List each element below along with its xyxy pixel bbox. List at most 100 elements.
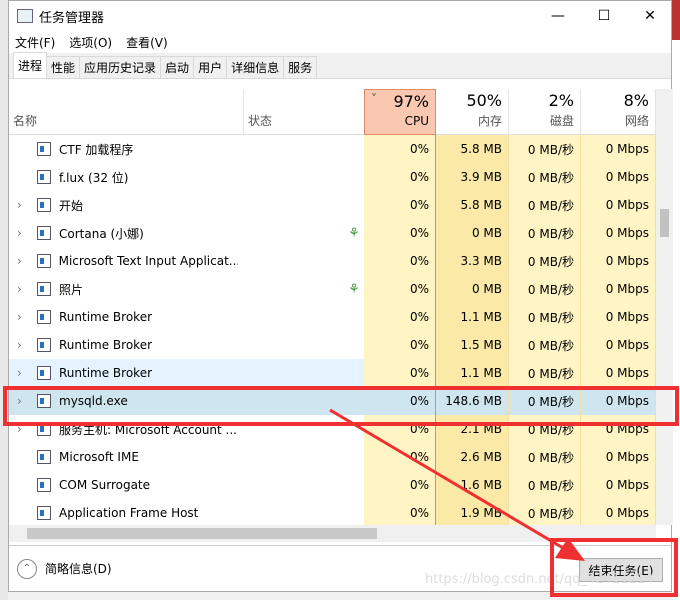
memory-cell: 148.6 MB — [436, 387, 509, 415]
menu-view[interactable]: 查看(V) — [126, 34, 168, 51]
process-name: Cortana (小娜) — [59, 226, 144, 241]
table-row[interactable]: › Microsoft Text Input Applicat... 0% 3.3… — [9, 247, 656, 275]
table-row[interactable]: COM Surrogate 0% 1.6 MB 0 MB/秒 0 Mbps — [9, 471, 656, 499]
memory-cell: 1.6 MB — [436, 471, 509, 499]
column-label: 网络 — [624, 114, 649, 128]
expand-chevron-icon[interactable]: › — [17, 366, 37, 380]
memory-cell: 0 MB — [436, 219, 509, 247]
expand-chevron-icon[interactable]: › — [17, 310, 37, 324]
menu-file[interactable]: 文件(F) — [15, 34, 55, 51]
disk-total: 2% — [548, 91, 574, 110]
vertical-scrollbar[interactable] — [656, 89, 673, 525]
memory-cell: 0 MB — [436, 275, 509, 303]
expand-chevron-icon[interactable]: › — [17, 282, 37, 296]
process-icon — [37, 310, 51, 324]
table-row[interactable]: › mysqld.exe 0% 148.6 MB 0 MB/秒 0 Mbps — [9, 387, 656, 415]
table-row[interactable]: › Runtime Broker 0% 1.1 MB 0 MB/秒 0 Mbps — [9, 303, 656, 331]
memory-cell: 1.1 MB — [436, 359, 509, 387]
disk-cell: 0 MB/秒 — [509, 135, 581, 163]
fewer-details-link[interactable]: 简略信息(D) — [45, 560, 112, 577]
network-cell: 0 Mbps — [581, 471, 656, 499]
table-row[interactable]: Application Frame Host 0% 1.9 MB 0 MB/秒 … — [9, 499, 656, 527]
table-row[interactable]: › Runtime Broker 0% 1.1 MB 0 MB/秒 0 Mbps — [9, 359, 656, 387]
cpu-cell: 0% — [364, 247, 436, 275]
cpu-cell: 0% — [364, 471, 436, 499]
disk-cell: 0 MB/秒 — [509, 191, 581, 219]
network-cell: 0 Mbps — [581, 219, 656, 247]
process-name: 服务主机: Microsoft Account ... — [59, 422, 237, 437]
process-icon — [37, 142, 51, 156]
tab-services[interactable]: 服务 — [283, 56, 318, 78]
disk-cell: 0 MB/秒 — [509, 359, 581, 387]
network-cell: 0 Mbps — [581, 443, 656, 471]
expand-chevron-icon[interactable]: › — [17, 254, 37, 268]
scroll-thumb[interactable] — [27, 528, 377, 539]
status-cell — [244, 247, 364, 275]
process-table: 名称 状态 ˅ 97% CPU 50% 内存 2% 磁盘 8% 网络 CTF 加载程序… — [9, 89, 656, 527]
network-cell: 0 Mbps — [581, 163, 656, 191]
column-memory[interactable]: 50% 内存 — [436, 89, 509, 135]
column-cpu[interactable]: ˅ 97% CPU — [364, 89, 436, 135]
expand-chevron-icon[interactable]: › — [17, 422, 37, 436]
menu-options[interactable]: 选项(O) — [69, 34, 112, 51]
tab-startup[interactable]: 启动 — [160, 56, 195, 78]
background — [672, 0, 680, 40]
process-name-cell: Application Frame Host — [9, 499, 244, 527]
process-icon — [37, 226, 51, 240]
minimize-button[interactable]: — — [535, 1, 581, 31]
tab-performance[interactable]: 性能 — [46, 56, 81, 78]
tab-bar: 进程 性能 应用历史记录 启动 用户 详细信息 服务 — [9, 52, 671, 79]
status-cell — [244, 359, 364, 387]
maximize-button[interactable]: ☐ — [581, 1, 627, 31]
close-button[interactable]: ✕ — [627, 1, 673, 31]
expand-chevron-icon[interactable]: › — [17, 338, 37, 352]
network-cell: 0 Mbps — [581, 331, 656, 359]
cpu-cell: 0% — [364, 331, 436, 359]
column-disk[interactable]: 2% 磁盘 — [509, 89, 581, 135]
status-cell — [244, 135, 364, 163]
cpu-cell: 0% — [364, 415, 436, 443]
status-cell: ⚘ — [244, 219, 364, 247]
column-name[interactable]: 名称 — [9, 89, 244, 135]
process-name: Microsoft IME — [59, 450, 139, 464]
cpu-cell: 0% — [364, 387, 436, 415]
tab-details[interactable]: 详细信息 — [226, 56, 285, 78]
process-name-cell: f.lux (32 位) — [9, 163, 244, 191]
cpu-cell: 0% — [364, 303, 436, 331]
process-icon — [37, 338, 51, 352]
table-row[interactable]: f.lux (32 位) 0% 3.9 MB 0 MB/秒 0 Mbps — [9, 163, 656, 191]
expand-chevron-icon[interactable]: › — [17, 226, 37, 240]
scroll-thumb[interactable] — [660, 209, 669, 237]
status-cell — [244, 387, 364, 415]
table-row[interactable]: CTF 加载程序 0% 5.8 MB 0 MB/秒 0 Mbps — [9, 135, 656, 163]
tab-users[interactable]: 用户 — [193, 56, 228, 78]
table-row[interactable]: › 服务主机: Microsoft Account ... 0% 2.1 MB 0… — [9, 415, 656, 443]
table-row[interactable]: › Runtime Broker 0% 1.5 MB 0 MB/秒 0 Mbps — [9, 331, 656, 359]
expand-chevron-icon[interactable]: › — [17, 394, 37, 408]
process-name: 开始 — [59, 198, 84, 213]
network-cell: 0 Mbps — [581, 135, 656, 163]
chevron-up-icon[interactable]: ⌃ — [17, 558, 37, 579]
column-status[interactable]: 状态 — [244, 89, 364, 135]
column-network[interactable]: 8% 网络 — [581, 89, 656, 135]
table-header: 名称 状态 ˅ 97% CPU 50% 内存 2% 磁盘 8% 网络 — [9, 89, 656, 135]
sort-chevron-icon: ˅ — [371, 92, 377, 106]
tab-app-history[interactable]: 应用历史记录 — [79, 56, 162, 78]
memory-total: 50% — [466, 91, 502, 110]
cpu-cell: 0% — [364, 219, 436, 247]
network-cell: 0 Mbps — [581, 303, 656, 331]
column-label: 内存 — [477, 114, 502, 128]
table-row[interactable]: › 照片 ⚘ 0% 0 MB 0 MB/秒 0 Mbps — [9, 275, 656, 303]
expand-chevron-icon[interactable]: › — [17, 198, 37, 212]
suspended-leaf-icon: ⚘ — [348, 225, 360, 241]
table-row[interactable]: Microsoft IME 0% 2.6 MB 0 MB/秒 0 Mbps — [9, 443, 656, 471]
memory-cell: 1.9 MB — [436, 499, 509, 527]
table-row[interactable]: › Cortana (小娜) ⚘ 0% 0 MB 0 MB/秒 0 Mbps — [9, 219, 656, 247]
column-label: 名称 — [13, 114, 38, 128]
process-name: Runtime Broker — [59, 338, 153, 352]
horizontal-scrollbar[interactable] — [9, 525, 656, 542]
cpu-cell: 0% — [364, 275, 436, 303]
tab-processes[interactable]: 进程 — [13, 52, 48, 78]
table-row[interactable]: › 开始 0% 5.8 MB 0 MB/秒 0 Mbps — [9, 191, 656, 219]
cpu-cell: 0% — [364, 191, 436, 219]
